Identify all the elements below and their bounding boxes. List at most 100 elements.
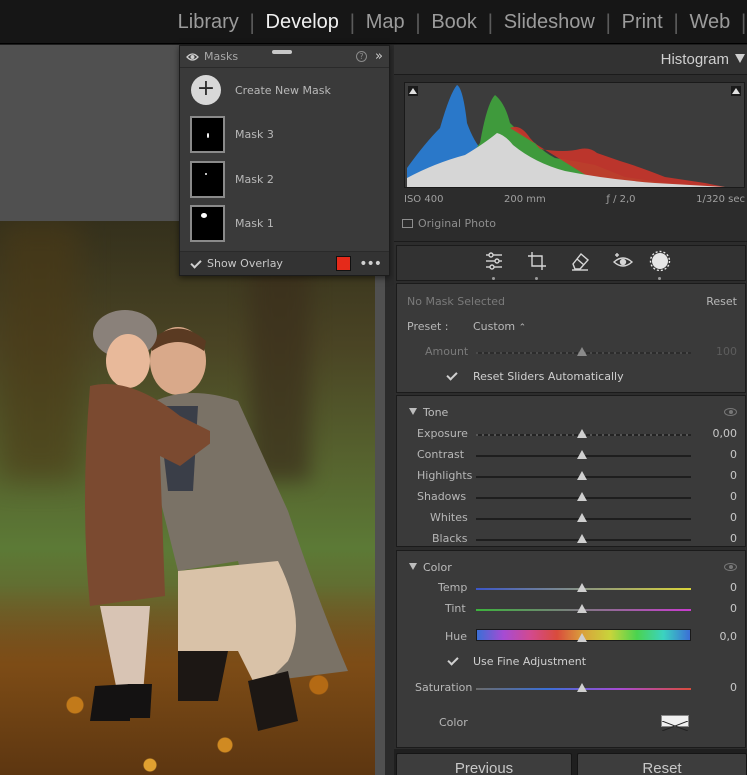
aperture-value: ƒ / 2,0 <box>606 194 636 205</box>
tone-section-title[interactable]: Tone <box>409 406 448 419</box>
module-book[interactable]: Book <box>421 0 487 44</box>
histogram-curves <box>407 85 725 187</box>
module-develop[interactable]: Develop <box>256 0 349 44</box>
create-new-mask-label: Create New Mask <box>235 83 331 97</box>
create-new-mask-button[interactable]: + <box>191 75 221 105</box>
histogram-header[interactable]: Histogram <box>394 45 747 75</box>
mask-item-1[interactable]: Mask 1 <box>180 204 389 243</box>
module-web[interactable]: Web <box>679 0 740 44</box>
masks-panel-title: Masks <box>204 50 239 63</box>
mask-thumbnail <box>190 205 225 242</box>
create-new-mask-row[interactable]: + Create New Mask <box>180 73 389 107</box>
mask-item-3[interactable]: Mask 3 <box>180 115 389 154</box>
fine-adjustment-label: Use Fine Adjustment <box>473 655 587 668</box>
blacks-value[interactable]: 0 <box>730 532 737 545</box>
mask-label: Mask 1 <box>235 217 274 230</box>
mask-settings-section: No Mask Selected Reset Preset : Custom ⌃… <box>396 283 746 393</box>
amount-slider-thumb[interactable] <box>577 347 587 356</box>
tint-label: Tint <box>445 602 466 615</box>
masking-icon[interactable] <box>649 250 671 280</box>
exif-info: ISO 400 200 mm ƒ / 2,0 1/320 sec <box>404 194 745 205</box>
module-list: Library | Develop | Map | Book | Slidesh… <box>168 0 747 44</box>
healing-eraser-icon[interactable] <box>569 250 591 272</box>
amount-label: Amount <box>425 345 469 358</box>
mask-thumbnail <box>190 116 225 153</box>
preset-label: Preset : <box>407 320 449 333</box>
color-section-title[interactable]: Color <box>409 561 452 574</box>
tool-strip <box>396 245 746 281</box>
preset-dropdown[interactable]: Custom ⌃ <box>473 320 526 333</box>
original-photo-label: Original Photo <box>418 217 496 230</box>
photo-preview[interactable] <box>0 221 375 775</box>
shadows-value[interactable]: 0 <box>730 490 737 503</box>
temp-value[interactable]: 0 <box>730 581 737 594</box>
tone-section: Tone Exposure 0,00 Contrast 0 Highlights… <box>396 395 746 547</box>
eye-icon[interactable] <box>186 52 199 62</box>
red-eye-icon[interactable] <box>612 250 634 272</box>
reset-sliders-checkbox[interactable] <box>446 370 457 381</box>
color-section: Color Temp 0 Tint 0 Hue 0,0 Use Fine Adj… <box>396 550 746 748</box>
drag-handle[interactable] <box>272 50 292 54</box>
module-map[interactable]: Map <box>356 0 415 44</box>
saturation-label: Saturation <box>415 681 473 694</box>
fine-adjustment-checkbox[interactable] <box>447 655 458 666</box>
saturation-value[interactable]: 0 <box>730 681 737 694</box>
hue-value[interactable]: 0,0 <box>720 630 738 643</box>
overlay-color-swatch[interactable] <box>336 256 352 271</box>
mask-label: Mask 2 <box>235 173 274 186</box>
hue-slider-thumb[interactable] <box>577 633 587 642</box>
color-picker-swatch[interactable] <box>661 715 689 732</box>
temp-slider-thumb[interactable] <box>577 583 587 592</box>
original-photo-toggle[interactable]: Original Photo <box>402 217 496 230</box>
color-visibility-icon[interactable] <box>724 563 737 571</box>
show-overlay-label: Show Overlay <box>207 257 283 270</box>
whites-value[interactable]: 0 <box>730 511 737 524</box>
module-picker: Library | Develop | Map | Book | Slidesh… <box>0 0 747 44</box>
tint-value[interactable]: 0 <box>730 602 737 615</box>
masks-panel-header[interactable]: Masks ? » <box>180 46 389 68</box>
saturation-slider-thumb[interactable] <box>577 683 587 692</box>
help-icon[interactable]: ? <box>356 51 368 62</box>
reset-button[interactable]: Reset <box>577 753 747 775</box>
mask-item-2[interactable]: Mask 2 <box>180 160 389 199</box>
blacks-slider-thumb[interactable] <box>577 534 587 543</box>
contrast-slider-thumb[interactable] <box>577 450 587 459</box>
tone-visibility-icon[interactable] <box>724 408 737 416</box>
tint-slider-thumb[interactable] <box>577 604 587 613</box>
histogram-title: Histogram <box>660 51 729 68</box>
color-label: Color <box>439 716 468 729</box>
right-panel: Histogram ISO 400 200 mm ƒ / 2,0 1/320 s… <box>394 45 747 775</box>
histogram-graph[interactable] <box>404 82 745 188</box>
module-slideshow[interactable]: Slideshow <box>494 0 605 44</box>
shadows-slider-thumb[interactable] <box>577 492 587 501</box>
more-options-icon[interactable]: ••• <box>359 256 382 272</box>
whites-slider-thumb[interactable] <box>577 513 587 522</box>
highlights-slider-thumb[interactable] <box>577 471 587 480</box>
previous-button[interactable]: Previous <box>396 753 572 775</box>
exposure-label: Exposure <box>417 427 468 440</box>
exposure-slider-thumb[interactable] <box>577 429 587 438</box>
preset-value: Custom <box>473 320 516 333</box>
reset-sliders-label: Reset Sliders Automatically <box>473 370 624 383</box>
blacks-label: Blacks <box>432 532 468 545</box>
original-photo-checkbox[interactable] <box>402 219 413 228</box>
mask-reset-button[interactable]: Reset <box>706 295 737 308</box>
edit-sliders-icon[interactable] <box>483 250 505 280</box>
stepper-arrows-icon: ⌃ <box>518 323 527 333</box>
module-print[interactable]: Print <box>612 0 673 44</box>
exposure-value[interactable]: 0,00 <box>713 427 738 440</box>
hue-label: Hue <box>445 630 468 643</box>
contrast-label: Contrast <box>417 448 465 461</box>
shutter-value: 1/320 sec <box>696 194 745 205</box>
collapse-icon[interactable]: » <box>375 49 383 64</box>
collapse-triangle-icon[interactable] <box>735 54 745 63</box>
mask-thumbnail <box>190 161 225 198</box>
show-overlay-row: Show Overlay ••• <box>180 251 389 275</box>
highlights-value[interactable]: 0 <box>730 469 737 482</box>
show-overlay-checkbox[interactable] <box>190 258 201 269</box>
contrast-value[interactable]: 0 <box>730 448 737 461</box>
no-mask-selected-label: No Mask Selected <box>407 295 505 308</box>
module-library[interactable]: Library <box>168 0 249 44</box>
mask-label: Mask 3 <box>235 128 274 141</box>
crop-icon[interactable] <box>526 250 548 280</box>
